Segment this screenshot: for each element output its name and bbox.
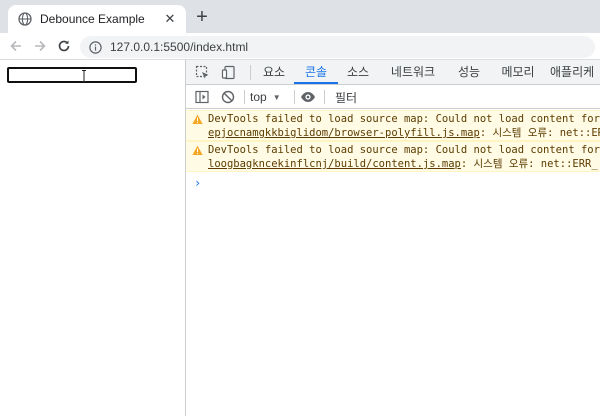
tab-strip: Debounce Example ✕ + bbox=[0, 0, 600, 33]
warning-icon bbox=[192, 114, 203, 124]
info-icon[interactable] bbox=[89, 40, 102, 54]
warning-icon bbox=[192, 145, 203, 155]
warning-text: DevTools failed to load source map: Coul… bbox=[208, 113, 600, 125]
tab-application[interactable]: 애플리케 bbox=[550, 60, 600, 85]
context-value: top bbox=[250, 90, 267, 104]
filter-input[interactable]: 필터 bbox=[329, 87, 600, 107]
warning-text: DevTools failed to load source map: Coul… bbox=[208, 144, 600, 156]
toolbar-divider bbox=[294, 90, 295, 104]
source-map-link[interactable]: epjocnamgkkbiglidom/browser-polyfill.js.… bbox=[208, 127, 480, 139]
inspect-element-icon[interactable] bbox=[194, 64, 210, 80]
new-tab-button[interactable]: + bbox=[192, 7, 212, 28]
tab-elements[interactable]: 요소 bbox=[258, 60, 290, 85]
browser-toolbar: 127.0.0.1:5500/index.html bbox=[0, 33, 600, 60]
tab-sources[interactable]: 소스 bbox=[342, 60, 374, 85]
tab-network[interactable]: 네트워크 bbox=[388, 60, 438, 85]
search-input[interactable] bbox=[7, 67, 137, 83]
tab-memory[interactable]: 메모리 bbox=[498, 60, 538, 85]
tab-performance[interactable]: 성능 bbox=[454, 60, 484, 85]
console-warning-message: DevTools failed to load source map: Coul… bbox=[186, 141, 600, 172]
devtools-panel: 요소 콘솔 소스 네트워크 성능 메모리 애플리케 top ▼ 필터 DevTo… bbox=[185, 60, 600, 416]
console-warning-message: DevTools failed to load source map: Coul… bbox=[186, 110, 600, 141]
close-tab-icon[interactable]: ✕ bbox=[162, 11, 178, 27]
toolbar-divider bbox=[324, 90, 325, 104]
toolbar-divider bbox=[250, 65, 251, 80]
toolbar-divider bbox=[244, 90, 245, 104]
device-toggle-icon[interactable] bbox=[220, 64, 236, 80]
warning-text-line2: loogbagkncekinflcnj/build/content.js.map… bbox=[208, 158, 598, 170]
active-tab-indicator bbox=[294, 82, 338, 84]
reload-icon[interactable] bbox=[54, 36, 74, 56]
page-viewport bbox=[0, 60, 185, 416]
clear-console-icon[interactable] bbox=[220, 89, 236, 105]
arrow-left-icon[interactable] bbox=[6, 36, 26, 56]
url-text: 127.0.0.1:5500/index.html bbox=[110, 40, 249, 54]
address-bar[interactable]: 127.0.0.1:5500/index.html bbox=[80, 36, 595, 58]
dropdown-arrow-icon: ▼ bbox=[272, 92, 281, 102]
console-toolbar: top ▼ 필터 bbox=[186, 85, 600, 109]
console-prompt[interactable]: › bbox=[194, 176, 201, 190]
warning-text-line2: epjocnamgkkbiglidom/browser-polyfill.js.… bbox=[208, 127, 600, 139]
source-map-link[interactable]: loogbagkncekinflcnj/build/content.js.map bbox=[208, 158, 461, 170]
browser-tab[interactable]: Debounce Example ✕ bbox=[8, 5, 186, 33]
tab-title: Debounce Example bbox=[40, 12, 145, 26]
arrow-right-icon[interactable] bbox=[30, 36, 50, 56]
devtools-tab-bar: 요소 콘솔 소스 네트워크 성능 메모리 애플리케 bbox=[186, 60, 600, 85]
console-sidebar-icon[interactable] bbox=[194, 89, 210, 105]
live-expression-icon[interactable] bbox=[300, 89, 316, 105]
context-select[interactable]: top ▼ bbox=[250, 88, 281, 106]
globe-icon bbox=[18, 12, 32, 26]
